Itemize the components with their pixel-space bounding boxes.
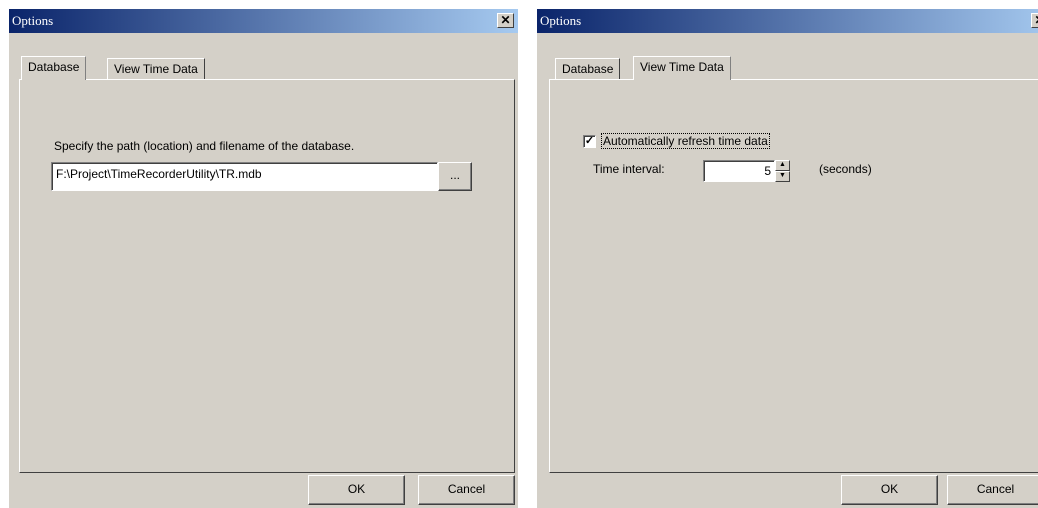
- spin-up-icon[interactable]: ▲: [775, 160, 790, 171]
- title-bar: Options ✕: [537, 9, 1038, 33]
- spin-down-icon[interactable]: ▼: [775, 171, 790, 182]
- tab-database[interactable]: Database: [555, 58, 621, 80]
- cancel-button[interactable]: Cancel: [947, 475, 1038, 505]
- tab-view-time-data[interactable]: View Time Data: [107, 58, 205, 80]
- auto-refresh-checkbox[interactable]: ✓: [583, 135, 596, 148]
- ok-button[interactable]: OK: [841, 475, 938, 505]
- dialog-title: Options: [12, 13, 54, 28]
- close-icon[interactable]: ✕: [497, 13, 514, 28]
- tab-panel-view-time-data: ✓ Automatically refresh time data Time i…: [549, 79, 1038, 473]
- database-path-input[interactable]: F:\Project\TimeRecorderUtility\TR.mdb: [51, 162, 438, 191]
- interval-unit-label: (seconds): [819, 162, 872, 176]
- cancel-button[interactable]: Cancel: [418, 475, 515, 505]
- dialog-title: Options: [540, 13, 582, 28]
- tab-database[interactable]: Database: [21, 56, 87, 80]
- tab-panel-database: Specify the path (location) and filename…: [19, 79, 515, 473]
- options-dialog-view-time-data: Options ✕ Database View Time Data ✓ Auto…: [537, 9, 1038, 508]
- browse-button[interactable]: ...: [438, 162, 472, 191]
- options-dialog-database: Options ✕ Database View Time Data Specif…: [9, 9, 518, 508]
- close-icon[interactable]: ✕: [1031, 13, 1038, 28]
- database-description: Specify the path (location) and filename…: [54, 139, 355, 153]
- tab-view-time-data[interactable]: View Time Data: [633, 56, 731, 80]
- time-interval-input[interactable]: 5: [703, 160, 775, 182]
- ok-button[interactable]: OK: [308, 475, 405, 505]
- auto-refresh-label[interactable]: Automatically refresh time data: [601, 133, 770, 149]
- time-interval-label: Time interval:: [593, 162, 665, 176]
- title-bar: Options ✕: [9, 9, 518, 33]
